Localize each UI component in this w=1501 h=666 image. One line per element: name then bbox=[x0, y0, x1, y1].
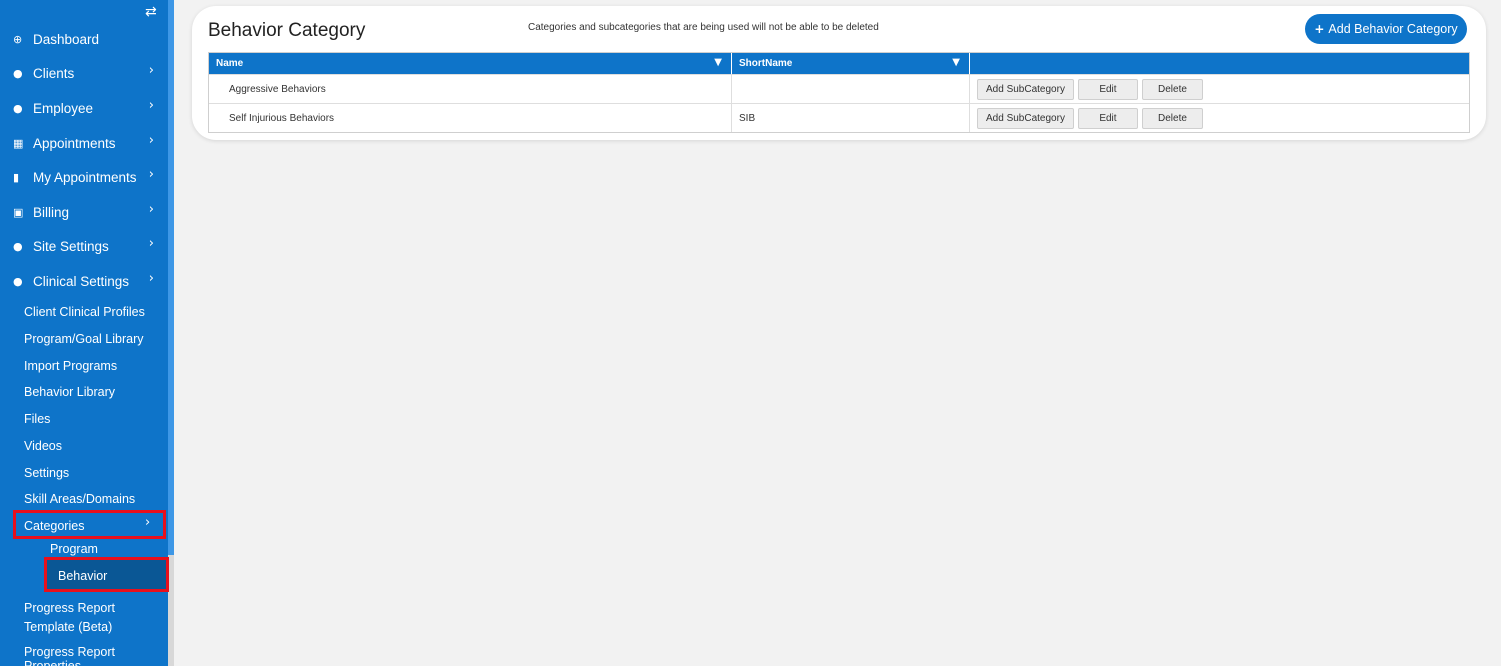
delete-note: Categories and subcategories that are be… bbox=[528, 22, 879, 33]
column-label: Name bbox=[216, 58, 244, 69]
nav-appointments[interactable]: ▦ Appointments › bbox=[0, 126, 168, 160]
page-title: Behavior Category bbox=[208, 20, 366, 41]
add-behavior-category-button[interactable]: + Add Behavior Category bbox=[1305, 14, 1467, 44]
nav-label: Site Settings bbox=[33, 238, 109, 254]
nav-label: Billing bbox=[33, 204, 70, 220]
chevron-right-icon: › bbox=[148, 271, 154, 286]
nav-label: Clinical Settings bbox=[33, 273, 130, 289]
nav-clients[interactable]: ● Clients › bbox=[0, 56, 168, 90]
delete-button[interactable]: Delete bbox=[1141, 107, 1203, 129]
sidebar-item-program-goal-library[interactable]: Program/Goal Library bbox=[24, 332, 144, 346]
filter-icon[interactable]: ▼ bbox=[952, 57, 960, 68]
nav-site-settings[interactable]: ● Site Settings › bbox=[0, 229, 168, 263]
chevron-right-icon: › bbox=[148, 167, 154, 182]
sidebar-item-progress-report-properties[interactable]: Progress Report Properties bbox=[24, 645, 174, 666]
dashboard-icon: ⊕ bbox=[13, 32, 23, 46]
table-row: Aggressive Behaviors Add SubCategory Edi… bbox=[209, 74, 1469, 103]
column-label: ShortName bbox=[739, 58, 793, 69]
category-grid: Name ▼ ShortName ▼ Aggressive Behaviors … bbox=[208, 52, 1470, 133]
chevron-right-icon: › bbox=[145, 515, 151, 530]
add-subcategory-button[interactable]: Add SubCategory bbox=[977, 78, 1074, 100]
column-shortname[interactable]: ShortName ▼ bbox=[732, 53, 970, 74]
sidebar-item-videos[interactable]: Videos bbox=[24, 439, 62, 453]
chevron-right-icon: › bbox=[148, 98, 154, 113]
user-icon: ● bbox=[13, 239, 23, 253]
add-button-label: Add Behavior Category bbox=[1328, 22, 1458, 36]
chevron-right-icon: › bbox=[148, 202, 154, 217]
sidebar-scrollbar-thumb[interactable] bbox=[168, 0, 174, 555]
nav-label: My Appointments bbox=[33, 169, 137, 185]
cell-actions: Add SubCategory Edit Delete bbox=[970, 104, 1469, 132]
user-icon: ● bbox=[13, 274, 23, 288]
sidebar-item-skill-areas-domains[interactable]: Skill Areas/Domains bbox=[24, 492, 135, 506]
table-row: Self Injurious Behaviors SIB Add SubCate… bbox=[209, 103, 1469, 132]
users-icon: ● bbox=[13, 101, 23, 115]
nav-label: Clients bbox=[33, 65, 75, 81]
nav-label: Appointments bbox=[33, 135, 116, 151]
calendar-icon: ▦ bbox=[13, 136, 24, 150]
cell-shortname bbox=[732, 75, 970, 103]
chevron-right-icon: › bbox=[148, 63, 154, 78]
building-icon: ▮ bbox=[13, 170, 20, 184]
sidebar: ⇄ ⊕ Dashboard ● Clients › ● Employee › ▦… bbox=[0, 0, 174, 666]
nav-label: Employee bbox=[33, 100, 94, 116]
sidebar-toggle-icon[interactable]: ⇄ bbox=[145, 4, 157, 20]
sidebar-item-client-clinical-profiles[interactable]: Client Clinical Profiles bbox=[24, 305, 145, 319]
cell-name: Self Injurious Behaviors bbox=[209, 104, 732, 132]
nav-my-appointments[interactable]: ▮ My Appointments › bbox=[0, 160, 168, 194]
sidebar-item-import-programs[interactable]: Import Programs bbox=[24, 359, 117, 373]
chevron-right-icon: › bbox=[148, 236, 154, 251]
add-subcategory-button[interactable]: Add SubCategory bbox=[977, 107, 1074, 129]
money-icon: ▣ bbox=[13, 205, 24, 219]
nav-dashboard[interactable]: ⊕ Dashboard bbox=[0, 22, 168, 56]
cell-shortname: SIB bbox=[732, 104, 970, 132]
sidebar-item-progress-report-template[interactable]: Progress Report Template (Beta) bbox=[24, 599, 164, 637]
nav-clinical-settings[interactable]: ● Clinical Settings › bbox=[0, 264, 168, 298]
edit-button[interactable]: Edit bbox=[1077, 107, 1138, 129]
sidebar-item-behavior[interactable]: Behavior bbox=[58, 569, 107, 583]
edit-button[interactable]: Edit bbox=[1077, 78, 1138, 100]
nav-billing[interactable]: ▣ Billing › bbox=[0, 195, 168, 229]
behavior-category-card: Behavior Category Categories and subcate… bbox=[192, 6, 1486, 140]
sidebar-item-categories[interactable]: Categories bbox=[24, 519, 84, 533]
column-name[interactable]: Name ▼ bbox=[209, 53, 732, 74]
nav-label: Dashboard bbox=[33, 31, 100, 47]
user-icon: ● bbox=[13, 66, 23, 80]
sidebar-item-files[interactable]: Files bbox=[24, 412, 50, 426]
sidebar-item-program[interactable]: Program bbox=[50, 542, 98, 556]
nav-employee[interactable]: ● Employee › bbox=[0, 91, 168, 125]
grid-header: Name ▼ ShortName ▼ bbox=[209, 53, 1469, 74]
plus-icon: + bbox=[1314, 22, 1325, 36]
cell-name: Aggressive Behaviors bbox=[209, 75, 732, 103]
chevron-right-icon: › bbox=[148, 133, 154, 148]
sidebar-item-behavior-library[interactable]: Behavior Library bbox=[24, 385, 115, 399]
filter-icon[interactable]: ▼ bbox=[714, 57, 722, 68]
cell-actions: Add SubCategory Edit Delete bbox=[970, 75, 1469, 103]
delete-button[interactable]: Delete bbox=[1141, 78, 1203, 100]
sidebar-item-settings[interactable]: Settings bbox=[24, 466, 69, 480]
column-actions bbox=[970, 53, 1469, 74]
